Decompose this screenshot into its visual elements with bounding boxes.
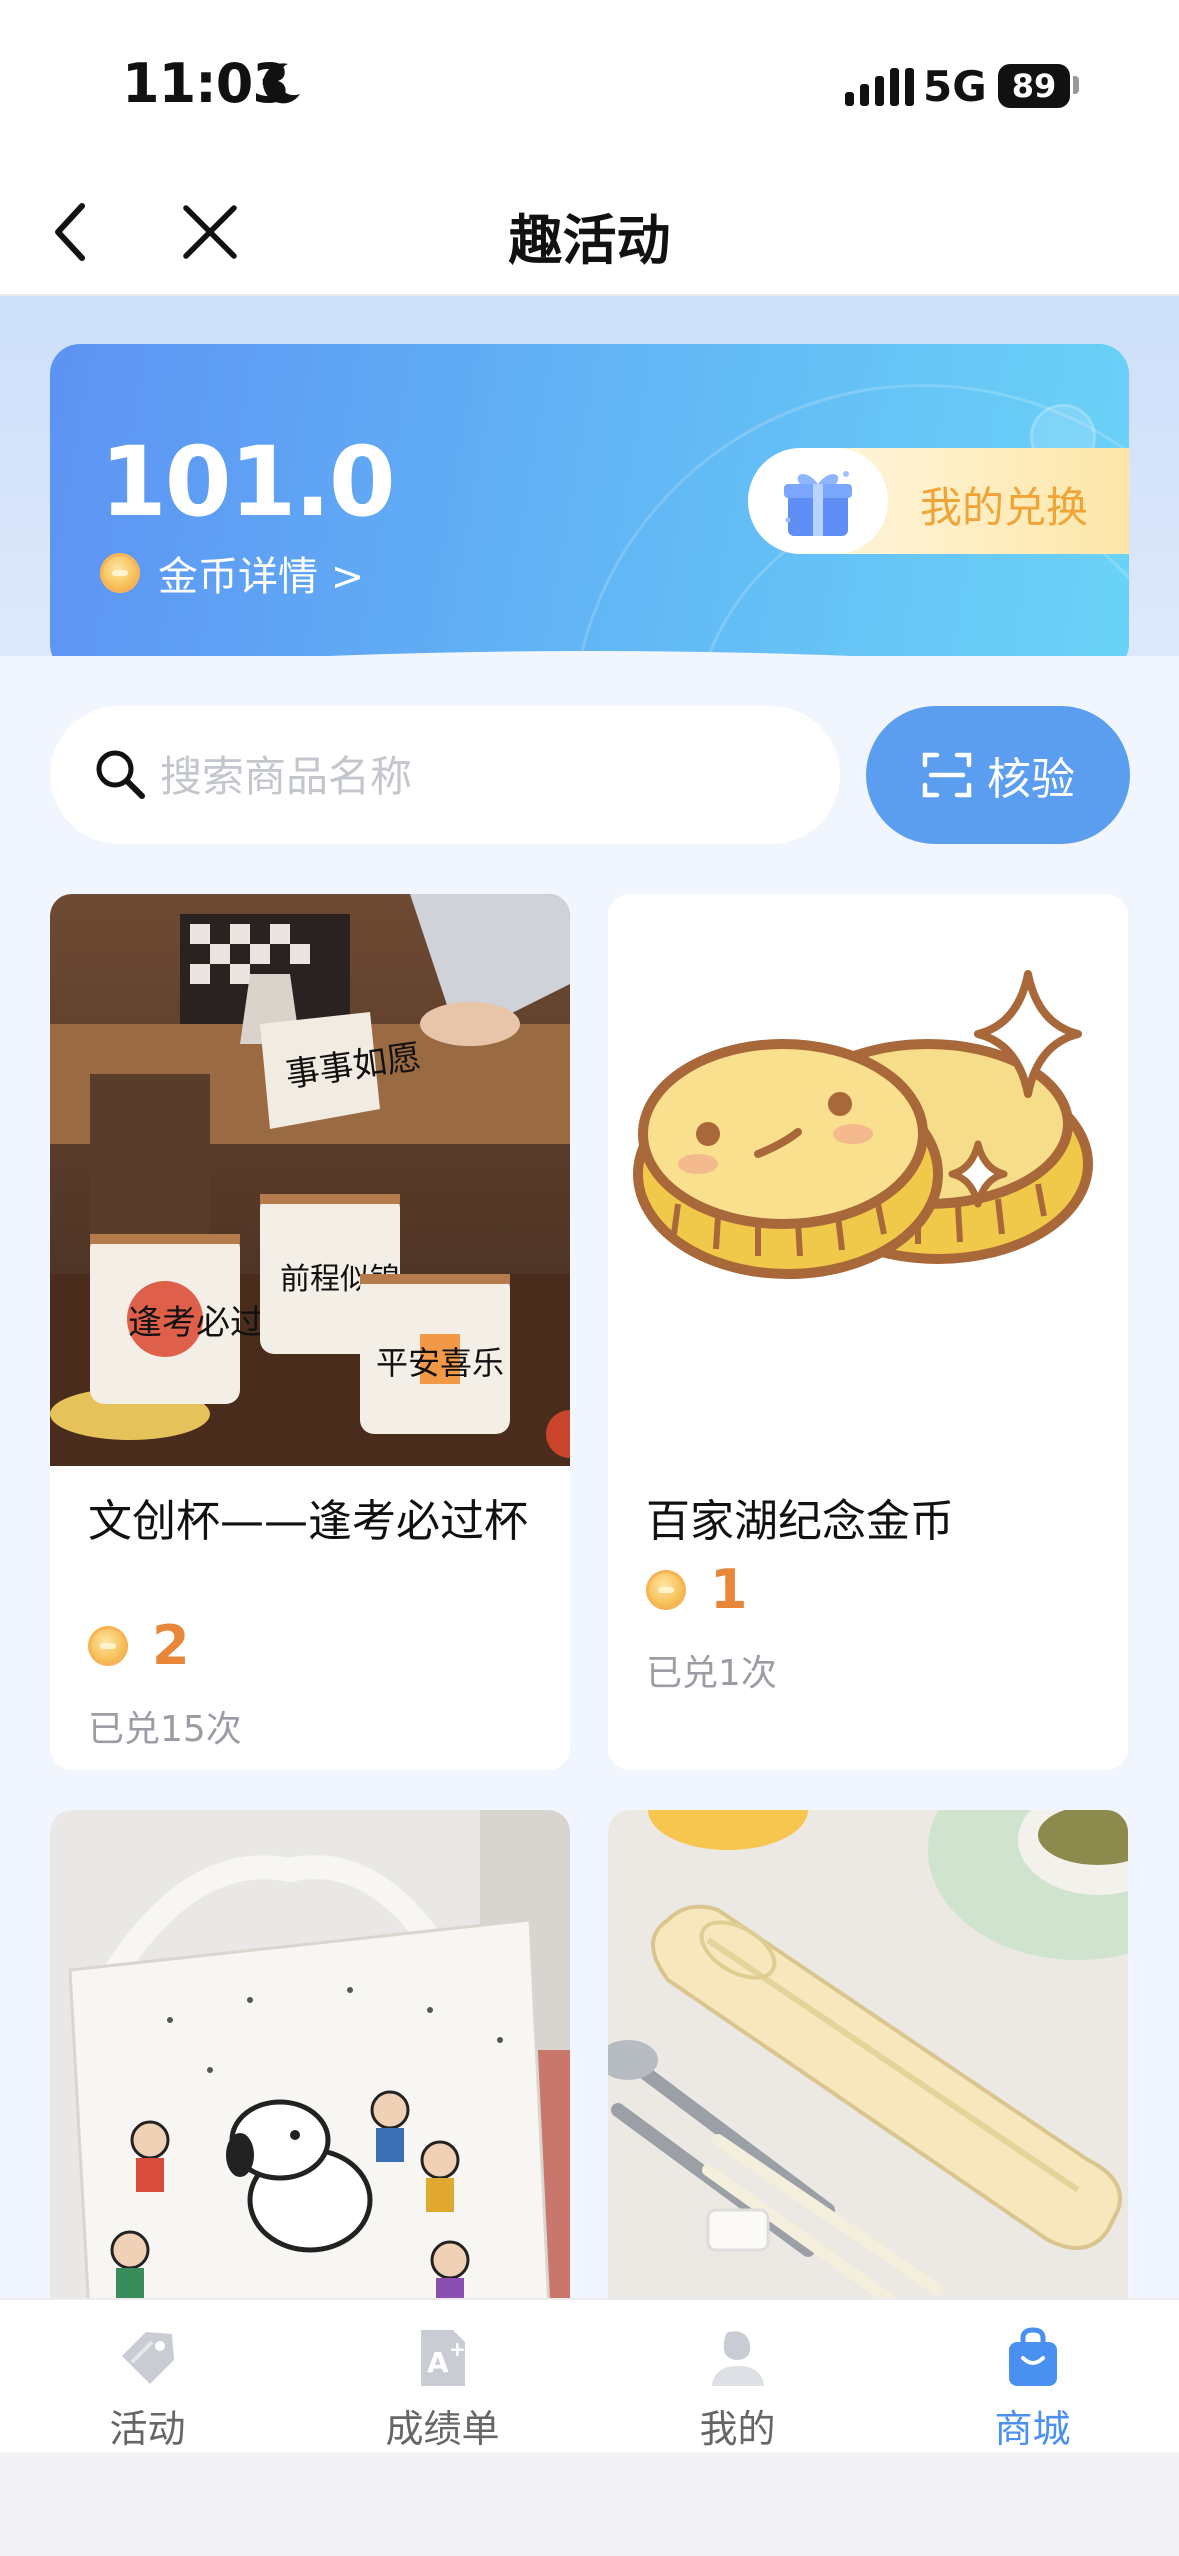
tab-report-card-label: 成绩单 xyxy=(385,2407,500,2451)
coin-icon xyxy=(88,1625,128,1666)
tab-activity[interactable]: 活动 xyxy=(0,2310,295,2451)
search-input[interactable] xyxy=(158,706,802,846)
tab-report-card[interactable]: A + 成绩单 xyxy=(295,2310,590,2451)
product-image-mugs: 事事如愿 逢考必过 前程似锦 平安喜乐 xyxy=(50,894,570,1466)
cellular-signal-icon xyxy=(845,66,915,106)
report-card-icon: A + xyxy=(421,2330,466,2386)
battery-indicator: 89 xyxy=(998,64,1070,108)
tab-activity-label: 活动 xyxy=(109,2407,186,2451)
product-image-coins xyxy=(608,894,1128,1466)
scan-icon xyxy=(922,752,972,798)
network-type: 5G xyxy=(923,62,987,111)
status-bar: 11:03 5G 89 xyxy=(0,0,1179,170)
coin-detail-label: 金币详情 > xyxy=(158,554,365,600)
product-price: 1 xyxy=(710,1558,748,1621)
product-price: 2 xyxy=(152,1614,190,1677)
profile-icon xyxy=(712,2331,764,2386)
my-exchange-label: 我的兑换 xyxy=(920,483,1089,532)
battery-tip xyxy=(1073,76,1079,94)
tab-profile-label: 我的 xyxy=(699,2407,776,2451)
tab-profile[interactable]: 我的 xyxy=(590,2310,885,2451)
coin-detail-link[interactable]: 金币详情 > xyxy=(100,544,364,602)
coin-icon xyxy=(100,553,140,593)
product-name: 百家湖纪念金币 xyxy=(646,1496,954,1547)
coin-balance-card: 101.0 金币详情 > 我的兑换 xyxy=(50,344,1129,674)
product-sold-count: 已兑1次 xyxy=(646,1653,777,1694)
my-exchange-button[interactable]: 我的兑换 xyxy=(748,448,1129,554)
product-card-coin[interactable]: 百家湖纪念金币 1 已兑1次 xyxy=(608,894,1128,1770)
gift-box-icon xyxy=(784,471,852,536)
search-icon xyxy=(96,750,145,799)
nav-bar: 趣活动 xyxy=(0,170,1179,296)
product-card-mug[interactable]: 事事如愿 逢考必过 前程似锦 平安喜乐 文创杯——逢考必过杯 2 已兑15次 xyxy=(50,894,570,1770)
verify-button[interactable]: 核验 xyxy=(866,706,1130,844)
product-sold-count: 已兑15次 xyxy=(88,1709,242,1750)
tag-icon xyxy=(122,2332,174,2384)
tab-shop[interactable]: 商城 xyxy=(885,2310,1179,2451)
svg-text:+: + xyxy=(449,2337,466,2361)
tab-shop-label: 商城 xyxy=(994,2407,1071,2451)
verify-label: 核验 xyxy=(987,754,1075,805)
product-image-cutlery-set xyxy=(608,1810,1128,2298)
product-name: 文创杯——逢考必过杯 xyxy=(88,1496,528,1547)
product-price-row: 1 xyxy=(646,1558,748,1621)
product-image-tote-bag xyxy=(50,1810,570,2298)
bottom-tab-bar: 活动 A + 成绩单 我的 商城 xyxy=(0,2298,1179,2454)
product-price-row: 2 xyxy=(88,1614,190,1677)
mug-label-2: 逢考必过 xyxy=(128,1303,264,1343)
shopping-bag-icon xyxy=(1009,2327,1057,2386)
page-title: 趣活动 xyxy=(508,209,671,272)
product-card-cutlery-set[interactable] xyxy=(608,1810,1128,2298)
mug-label-4: 平安喜乐 xyxy=(376,1344,504,1382)
svg-text:A: A xyxy=(427,2346,449,2379)
moon-icon xyxy=(263,63,300,104)
product-card-tote-bag[interactable] xyxy=(50,1810,570,2298)
gift-icon-badge xyxy=(748,448,888,554)
search-bar[interactable] xyxy=(50,706,840,846)
home-indicator-area xyxy=(0,2452,1179,2556)
coin-icon xyxy=(646,1569,686,1610)
coin-balance: 101.0 xyxy=(100,426,396,538)
content-area: 101.0 金币详情 > 我的兑换 搜索商品名称 核验 事事如愿 逢考必过 前程… xyxy=(0,296,1179,2298)
